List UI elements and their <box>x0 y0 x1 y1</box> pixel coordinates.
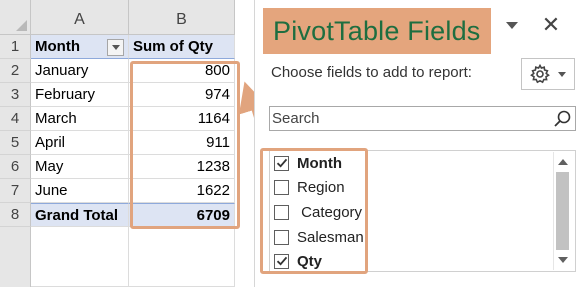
tools-settings-button[interactable] <box>521 58 575 90</box>
field-checkbox[interactable] <box>274 204 289 220</box>
field-list-scrollbar[interactable] <box>553 152 571 270</box>
row-header-6[interactable]: 6 <box>0 155 31 179</box>
pivottable-fields-pane: PivotTable Fields ✕ Choose fields to add… <box>254 0 588 287</box>
field-item-qty[interactable]: Qty <box>270 249 322 273</box>
row-header-4[interactable]: 4 <box>0 107 31 131</box>
chevron-down-icon <box>557 257 568 263</box>
gear-icon <box>530 64 550 84</box>
grand-total-label[interactable]: Grand Total <box>31 203 129 227</box>
checkmark-icon <box>276 256 287 266</box>
row-header-5[interactable]: 5 <box>0 131 31 155</box>
scroll-thumb[interactable] <box>556 172 569 250</box>
close-button[interactable]: ✕ <box>540 12 562 37</box>
select-all-corner[interactable] <box>0 0 31 35</box>
field-label: Month <box>297 154 342 172</box>
field-label: Qty <box>297 252 323 270</box>
row-header-empty <box>0 227 31 287</box>
field-label: Salesman <box>297 228 364 246</box>
pane-options-button[interactable] <box>505 18 519 32</box>
scroll-up-button[interactable] <box>554 154 571 170</box>
month-cell[interactable]: March <box>31 107 129 131</box>
field-list: Month Region Category Salesman Qty <box>269 150 576 272</box>
row-header-1[interactable]: 1 <box>0 35 31 59</box>
month-cell[interactable]: April <box>31 131 129 155</box>
month-cell[interactable]: June <box>31 179 129 203</box>
chevron-up-icon <box>557 159 568 165</box>
checkmark-icon <box>276 158 287 168</box>
field-item-salesman[interactable]: Salesman <box>270 225 364 249</box>
empty-cell[interactable] <box>129 227 235 287</box>
pane-subtitle: Choose fields to add to report: <box>271 64 472 81</box>
month-cell[interactable]: January <box>31 59 129 83</box>
month-filter-button[interactable] <box>107 39 124 56</box>
row-header-2[interactable]: 2 <box>0 59 31 83</box>
field-search-box[interactable] <box>269 106 576 131</box>
column-header-a[interactable]: A <box>31 0 129 35</box>
row-header-3[interactable]: 3 <box>0 83 31 107</box>
month-cell[interactable]: February <box>31 83 129 107</box>
spreadsheet-grid: A B 1 2 3 4 5 6 7 8 Month Sum of Qty Jan… <box>0 0 254 287</box>
field-checkbox[interactable] <box>274 155 289 171</box>
search-icon[interactable] <box>553 110 571 128</box>
empty-cell[interactable] <box>31 227 129 287</box>
chevron-down-icon <box>506 21 518 29</box>
field-checkbox[interactable] <box>274 229 289 245</box>
pane-title: PivotTable Fields <box>263 8 491 54</box>
chevron-down-icon <box>558 71 566 77</box>
search-input[interactable] <box>272 110 542 127</box>
field-checkbox[interactable] <box>274 179 289 195</box>
row-header-8[interactable]: 8 <box>0 203 31 227</box>
pivot-value-header[interactable]: Sum of Qty <box>129 35 235 59</box>
month-cell[interactable]: May <box>31 155 129 179</box>
field-item-category[interactable]: Category <box>270 200 362 224</box>
scroll-down-button[interactable] <box>554 252 571 268</box>
field-label: Category <box>297 203 363 221</box>
field-item-region[interactable]: Region <box>270 175 345 199</box>
month-header-text: Month <box>35 38 80 55</box>
close-icon: ✕ <box>541 12 561 37</box>
row-header-7[interactable]: 7 <box>0 179 31 203</box>
field-checkbox[interactable] <box>274 253 289 269</box>
chevron-down-icon <box>111 45 120 50</box>
values-highlight-box <box>130 61 240 229</box>
field-item-month[interactable]: Month <box>270 151 342 175</box>
field-label: Region <box>297 178 345 196</box>
column-header-b[interactable]: B <box>129 0 235 35</box>
